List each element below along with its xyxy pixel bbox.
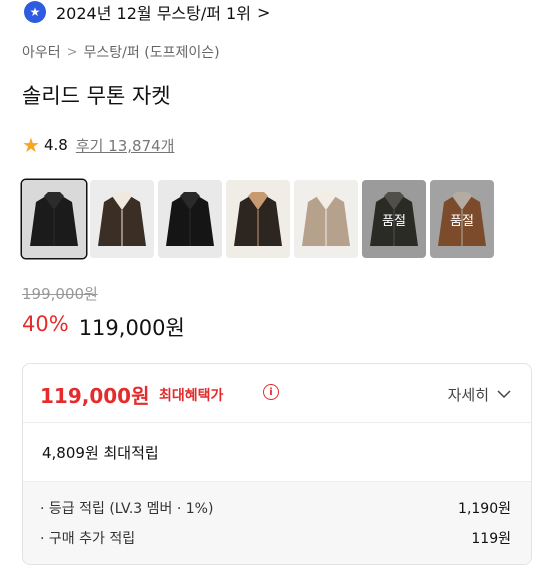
breadcrumb-separator: > <box>66 44 78 60</box>
rank-banner[interactable]: ★ 2024년 12월 무스탕/퍼 1위 > <box>24 0 270 24</box>
jacket-image <box>226 180 290 258</box>
max-points: 4,809원 최대적립 <box>42 444 159 462</box>
product-thumbnail[interactable] <box>22 180 86 258</box>
info-circle-icon[interactable]: i <box>263 384 279 400</box>
product-thumbnail[interactable] <box>158 180 222 258</box>
soldout-label: 품절 <box>430 180 494 258</box>
detail-toggle-button[interactable]: 자세히 <box>448 384 511 405</box>
rank-text: 2024년 12월 무스탕/퍼 1위 <box>56 4 251 23</box>
breadcrumb-item-outer[interactable]: 아우터 <box>22 42 61 62</box>
product-title: 솔리드 무톤 자켓 <box>22 84 171 108</box>
chevron-down-icon <box>497 387 511 403</box>
points-item-value: 119원 <box>471 531 511 547</box>
star-icon: ★ <box>22 133 40 157</box>
points-item-label: · 등급 적립 (LV.3 멤버 · 1%) <box>40 501 214 517</box>
points-item-label: · 구매 추가 적립 <box>40 531 136 547</box>
divider <box>23 422 531 423</box>
product-thumbnail[interactable]: 품절 <box>430 180 494 258</box>
review-count-link[interactable]: 후기 13,874개 <box>76 135 175 156</box>
jacket-image <box>90 180 154 258</box>
original-price: 199,000원 <box>22 285 98 303</box>
detail-label: 자세히 <box>447 386 489 404</box>
thumbnail-strip: 품절 품절 <box>22 180 494 258</box>
rating-score: 4.8 <box>43 136 68 154</box>
sale-price-row: 40% 119,000원 <box>22 312 185 342</box>
star-badge-icon: ★ <box>24 1 46 23</box>
breadcrumb: 아우터 > 무스탕/퍼 (도프제이슨) <box>22 42 220 62</box>
jacket-image <box>22 180 86 258</box>
product-thumbnail[interactable] <box>90 180 154 258</box>
jacket-image <box>158 180 222 258</box>
max-benefit-price: 119,000원 <box>40 384 150 408</box>
sale-price: 119,000원 <box>78 316 185 340</box>
max-benefit-label: 최대혜택가 <box>159 388 224 404</box>
benefit-header[interactable]: 119,000원 최대혜택가 i 자세히 <box>23 364 531 422</box>
product-thumbnail[interactable] <box>294 180 358 258</box>
rating-row: ★ 4.8 후기 13,874개 <box>22 133 174 157</box>
soldout-label: 품절 <box>362 180 426 258</box>
discount-rate: 40% <box>22 312 69 336</box>
chevron-right-icon: > <box>256 2 271 22</box>
product-thumbnail[interactable] <box>226 180 290 258</box>
product-thumbnail[interactable]: 품절 <box>362 180 426 258</box>
points-item-value: 1,190원 <box>458 501 511 517</box>
breadcrumb-item-mustang[interactable]: 무스탕/퍼 (도프제이슨) <box>84 42 220 62</box>
benefit-card: 119,000원 최대혜택가 i 자세히 4,809원 최대적립 · 등급 적립… <box>22 363 532 565</box>
jacket-image <box>294 180 358 258</box>
